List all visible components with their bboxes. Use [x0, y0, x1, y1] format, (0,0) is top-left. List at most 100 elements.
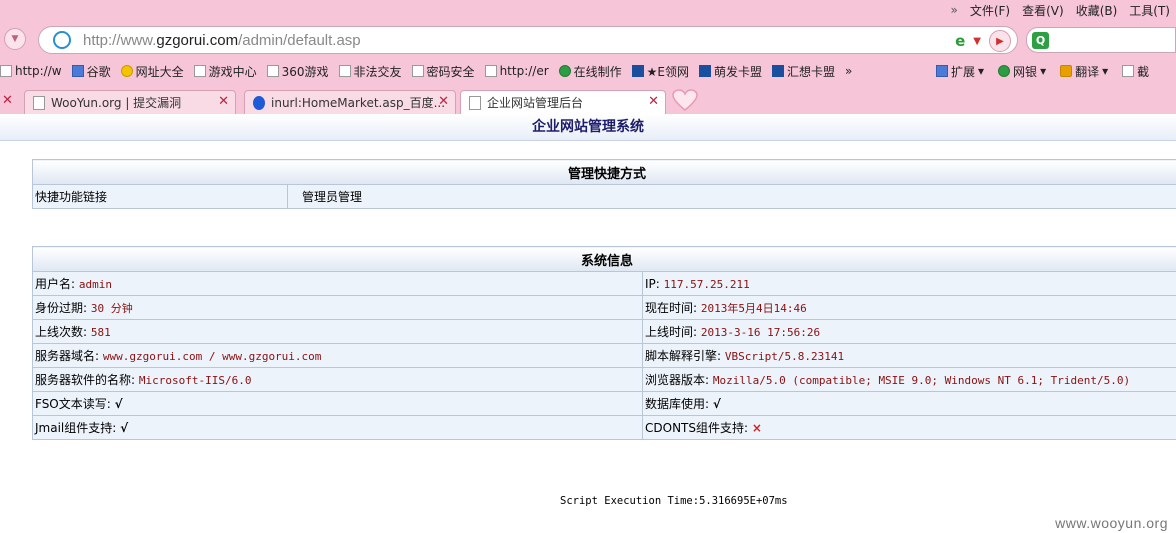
admin-manage-link[interactable]: 管理员管理: [287, 184, 1176, 209]
close-icon[interactable]: ✕: [2, 93, 13, 108]
grid-icon: [936, 65, 948, 77]
address-bar[interactable]: http://www.gzgorui.com/admin/default.asp…: [38, 26, 1018, 54]
bank-button[interactable]: 网银 ▾: [998, 63, 1046, 80]
info-key: FSO文本读写:: [35, 397, 111, 411]
info-key: IP:: [645, 276, 660, 291]
info-value: Mozilla/5.0 (compatible; MSIE 9.0; Windo…: [712, 374, 1131, 387]
page-icon: [411, 65, 424, 77]
info-value: www.gzgorui.com / www.gzgorui.com: [102, 350, 322, 363]
menu-overflow-icon[interactable]: »: [950, 3, 957, 17]
info-value: √: [114, 397, 123, 411]
info-cell: 现在时间: 2013年5月4日14:46: [642, 295, 1176, 320]
menu-file[interactable]: 文件(F): [970, 2, 1010, 19]
info-cell: 用户名: admin: [32, 271, 643, 296]
info-cell: Jmail组件支持: √: [32, 415, 643, 440]
page-icon: [33, 95, 45, 110]
fav-item[interactable]: 非法交友: [338, 63, 402, 80]
fav-item[interactable]: http://w: [0, 64, 62, 78]
fav-item[interactable]: 谷歌: [71, 63, 111, 80]
info-cell: 服务器域名: www.gzgorui.com / www.gzgorui.com: [32, 343, 643, 368]
shield-icon: [998, 65, 1011, 77]
extensions-label: 扩展: [951, 64, 976, 79]
chevron-down-icon[interactable]: ▼: [973, 36, 981, 47]
tab-admin[interactable]: 企业网站管理后台 ✕: [460, 90, 666, 114]
search-icon[interactable]: Q: [1032, 32, 1049, 49]
info-value: VBScript/5.8.23141: [724, 350, 845, 363]
card-icon: [772, 65, 785, 77]
search-input[interactable]: Q: [1026, 27, 1176, 53]
fav-label: 汇想卡盟: [787, 64, 836, 79]
info-cell: IP: 117.57.25.211: [642, 271, 1176, 296]
info-key: 现在时间:: [645, 301, 698, 315]
favorites-bar: http://w 谷歌 网址大全 游戏中心 360游戏 非法交友 密码安全 ht…: [0, 60, 1176, 82]
shortcuts-label: 快捷功能链接: [32, 184, 288, 209]
page-content: 企业网站管理系统 管理快捷方式 快捷功能链接 管理员管理 系统信息 用户名: a…: [0, 114, 1176, 533]
yellow-icon: [120, 65, 133, 77]
info-value: admin: [78, 278, 112, 291]
favorites-more-icon[interactable]: »: [845, 64, 852, 78]
fav-label: ★E领网: [646, 64, 689, 79]
watermark: www.wooyun.org: [1055, 515, 1168, 531]
info-key: 用户名:: [35, 277, 76, 291]
back-dropdown-icon[interactable]: ▼: [4, 28, 26, 50]
menu-favorites[interactable]: 收藏(B): [1076, 2, 1118, 19]
fav-item[interactable]: 密码安全: [411, 63, 475, 80]
fav-label: 非法交友: [353, 64, 402, 79]
info-key: 上线次数:: [35, 325, 88, 339]
new-tab-heart-icon[interactable]: [671, 88, 699, 112]
close-icon[interactable]: ✕: [218, 94, 229, 109]
info-cell: 上线时间: 2013-3-16 17:56:26: [642, 319, 1176, 344]
fav-item[interactable]: http://er: [484, 64, 549, 78]
tab-baidu[interactable]: inurl:HomeMarket.asp_百度... ✕: [244, 90, 456, 114]
extensions-button[interactable]: 扩展 ▾: [936, 63, 984, 80]
close-icon[interactable]: ✕: [438, 94, 449, 109]
info-cell: 浏览器版本: Mozilla/5.0 (compatible; MSIE 9.0…: [642, 367, 1176, 392]
info-key: CDONTS组件支持:: [645, 421, 749, 435]
page-icon: [338, 65, 351, 77]
table-row: 身份过期: 30 分钟 现在时间: 2013年5月4日14:46: [32, 295, 1176, 320]
fav-item[interactable]: 萌发卡盟: [699, 63, 762, 80]
screenshot-button[interactable]: 截: [1122, 63, 1149, 80]
exec-time: Script Execution Time:5.316695E+07ms: [560, 495, 788, 507]
fav-item[interactable]: 汇想卡盟: [772, 63, 835, 80]
translate-button[interactable]: 翻译 ▾: [1060, 63, 1108, 80]
fav-label: 谷歌: [86, 64, 111, 79]
fav-item[interactable]: 在线制作: [558, 63, 622, 80]
close-icon[interactable]: ✕: [648, 94, 659, 109]
fav-item[interactable]: 360游戏: [266, 63, 329, 80]
info-cell: 脚本解释引擎: VBScript/5.8.23141: [642, 343, 1176, 368]
url-path: /admin/default.asp: [238, 31, 361, 49]
menu-tools[interactable]: 工具(T): [1129, 2, 1170, 19]
info-key: 服务器域名:: [35, 349, 100, 363]
tab-bar: ✕ WooYun.org | 提交漏洞 ✕ inurl:HomeMarket.a…: [0, 88, 1176, 114]
address-url[interactable]: http://www.gzgorui.com/admin/default.asp: [83, 32, 361, 49]
info-key: 浏览器版本:: [645, 373, 710, 387]
menu-view[interactable]: 查看(V): [1022, 2, 1064, 19]
fav-item[interactable]: 网址大全: [120, 63, 184, 80]
tab-title: inurl:HomeMarket.asp_百度...: [271, 96, 446, 110]
info-value: 117.57.25.211: [663, 277, 750, 291]
fav-label: 网址大全: [135, 64, 184, 79]
screenshot-icon: [1122, 65, 1135, 77]
shortcuts-table: 管理快捷方式 快捷功能链接 管理员管理: [32, 159, 1176, 209]
info-value: Microsoft-IIS/6.0: [138, 374, 252, 387]
info-key: 服务器软件的名称:: [35, 373, 136, 387]
toolbar-right: 扩展 ▾ 网银 ▾ 翻译 ▾ 截: [936, 60, 1157, 82]
bank-label: 网银: [1013, 64, 1038, 79]
table-row: 服务器域名: www.gzgorui.com / www.gzgorui.com…: [32, 343, 1176, 368]
address-icons: e ▼ ▶: [955, 30, 1011, 52]
table-row: 用户名: admin IP: 117.57.25.211: [32, 271, 1176, 296]
fav-label: 在线制作: [573, 64, 622, 79]
page-icon: [484, 65, 497, 77]
fav-item[interactable]: 游戏中心: [193, 63, 257, 80]
go-icon[interactable]: ▶: [989, 30, 1011, 52]
page-icon: [469, 95, 481, 110]
ie-mode-icon[interactable]: e: [955, 32, 965, 50]
tab-wooyun[interactable]: WooYun.org | 提交漏洞 ✕: [24, 90, 236, 114]
page-icon: [0, 65, 12, 77]
info-key: 脚本解释引擎:: [645, 349, 722, 363]
baidu-paw-icon: [253, 95, 265, 110]
fav-item[interactable]: ★E领网: [631, 63, 689, 80]
sysinfo-title: 系统信息: [32, 246, 1176, 272]
leaf-icon: [558, 65, 571, 77]
